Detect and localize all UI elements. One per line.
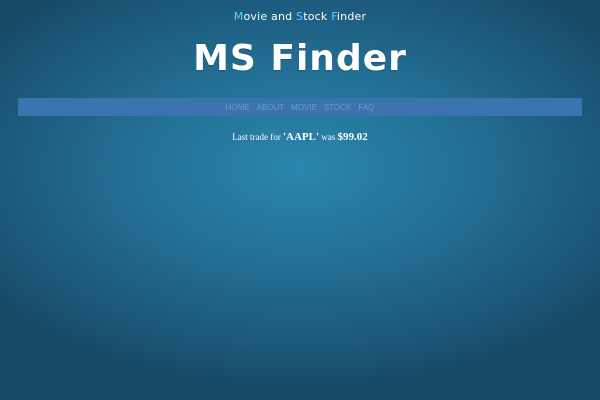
tagline-m: M bbox=[233, 10, 244, 23]
stock-symbol: 'AAPL' bbox=[282, 131, 320, 143]
tagline-tock: tock bbox=[303, 10, 332, 23]
trade-prefix: Last trade for bbox=[232, 132, 283, 142]
tagline-inder: inder bbox=[336, 10, 367, 23]
nav-movie-link[interactable]: MOVIE bbox=[291, 103, 317, 112]
site-logo[interactable]: MS Finder bbox=[0, 38, 600, 79]
stock-price: $99.02 bbox=[337, 131, 368, 143]
nav-stock-link[interactable]: STOCK bbox=[324, 103, 351, 112]
site-tagline: Movie and Stock Finder bbox=[0, 10, 600, 23]
last-trade-text: Last trade for 'AAPL' was $99.02 bbox=[0, 131, 600, 143]
nav-about-link[interactable]: ABOUT bbox=[257, 103, 285, 112]
main-nav: HOME ABOUT MOVIE STOCK FAQ bbox=[18, 98, 582, 116]
nav-faq-link[interactable]: FAQ bbox=[358, 103, 374, 112]
nav-home-link[interactable]: HOME bbox=[226, 103, 250, 112]
trade-middle: was bbox=[319, 132, 338, 142]
tagline-ovie-and: ovie and bbox=[243, 10, 297, 23]
